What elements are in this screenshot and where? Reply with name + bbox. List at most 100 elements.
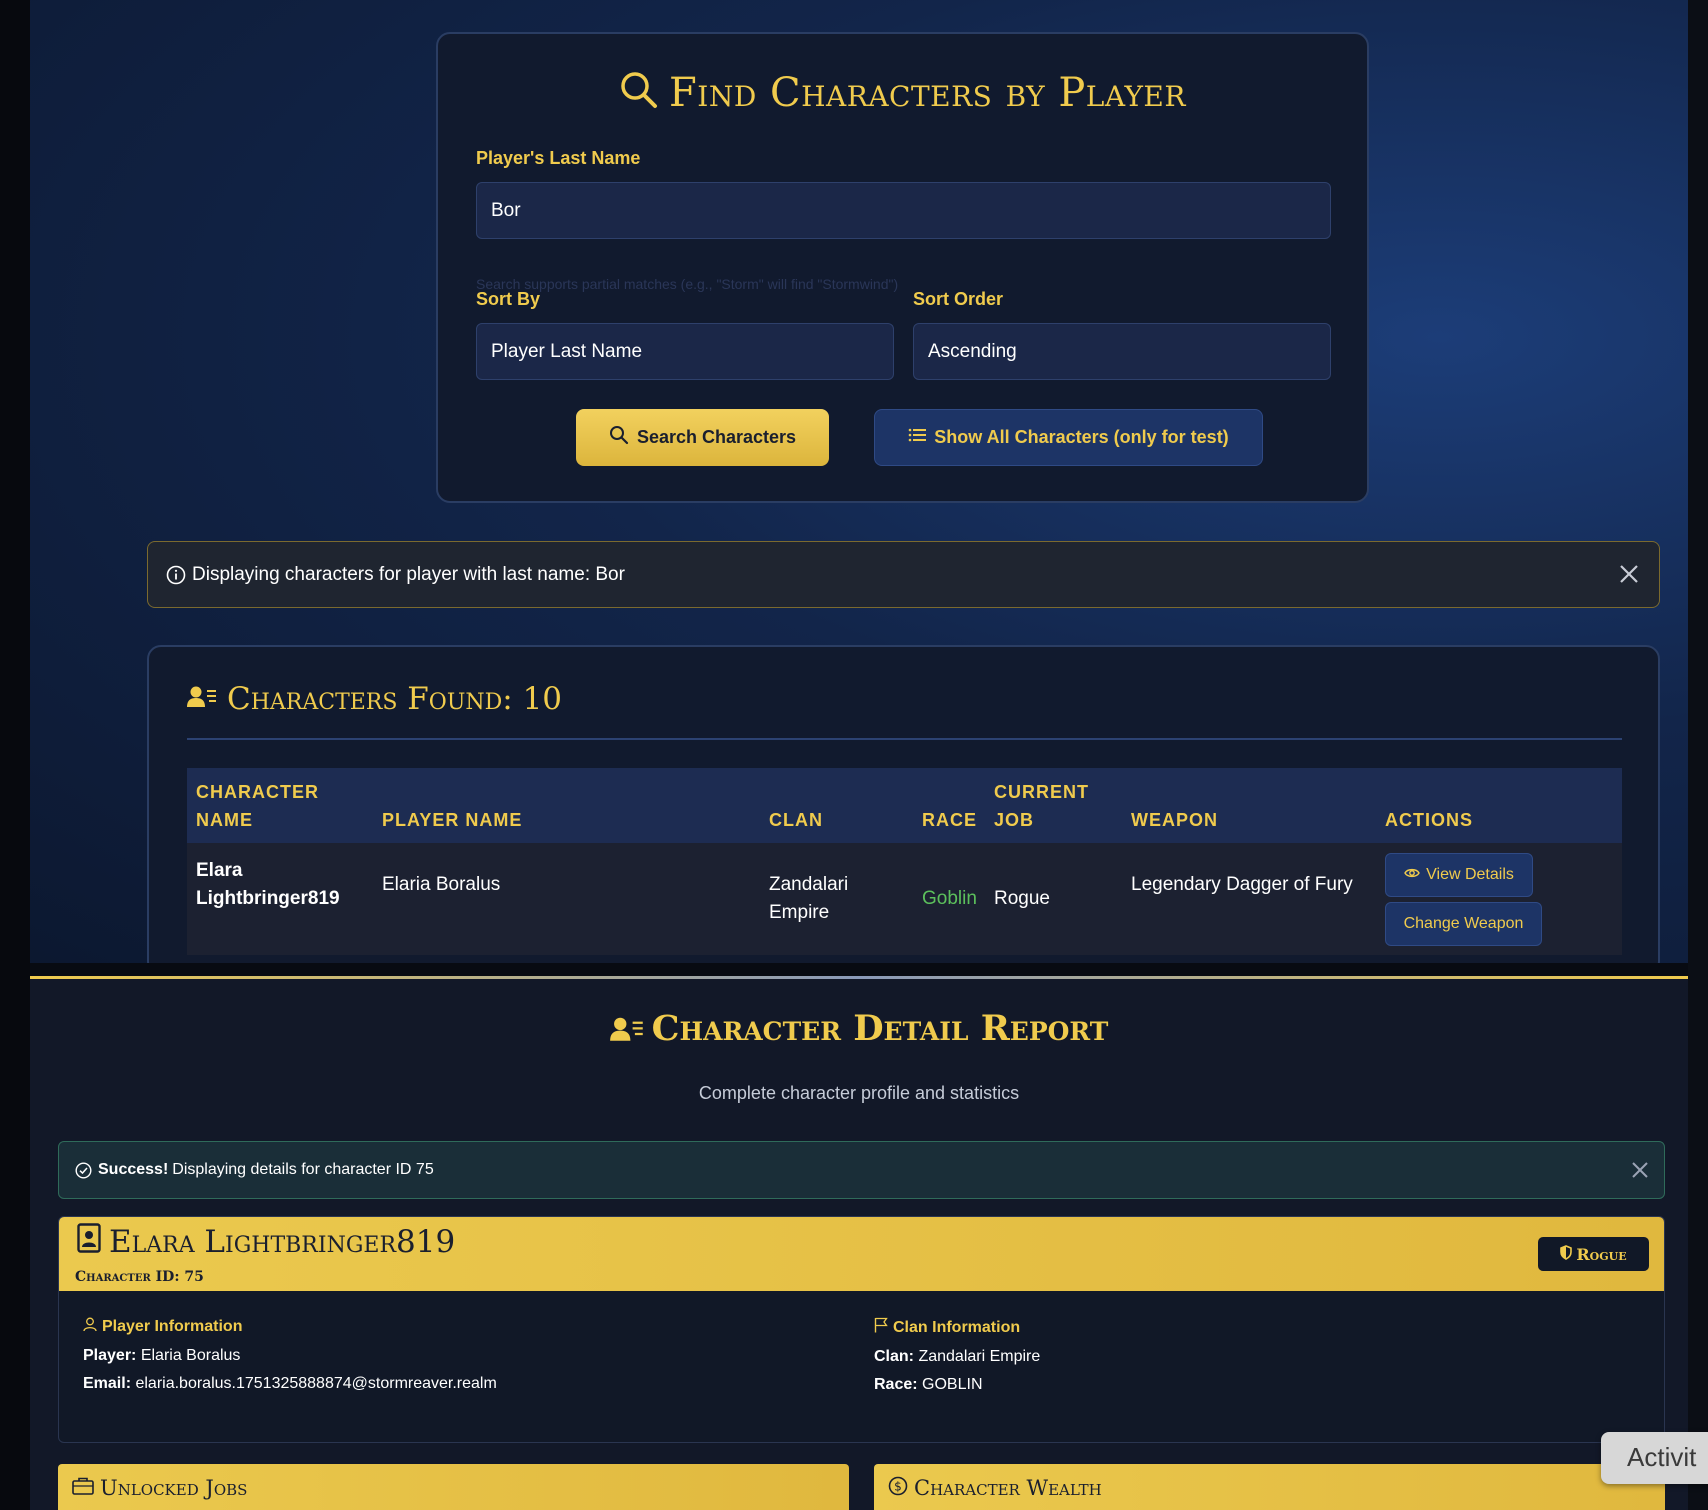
clan-information-heading: Clan Information — [874, 1317, 1040, 1338]
player-information-heading: Player Information — [83, 1317, 497, 1337]
clan-value: Zandalari Empire — [918, 1348, 1041, 1365]
sort-order-select[interactable]: Ascending — [913, 323, 1331, 380]
character-card-header: Elara Lightbringer819 Character ID: 75 R… — [59, 1217, 1664, 1291]
player-label: Player: — [83, 1347, 137, 1364]
character-wealth-panel-header: $ Character Wealth — [874, 1464, 1665, 1510]
id-badge-icon — [77, 1223, 101, 1261]
change-weapon-button[interactable]: Change Weapon — [1385, 902, 1542, 946]
column-header-player-name: Player Name — [382, 810, 523, 830]
character-wealth-heading: Character Wealth — [914, 1476, 1102, 1500]
email-label: Email: — [83, 1375, 132, 1392]
search-page-background: Find Characters by Player Player's Last … — [30, 0, 1688, 963]
right-edge — [1688, 0, 1708, 1510]
job-badge: Rogue — [1538, 1237, 1649, 1271]
search-characters-label: Search Characters — [636, 427, 797, 447]
cell-clan: Zandalari Empire — [769, 871, 848, 927]
column-header-clan: Clan — [769, 810, 823, 830]
user-list-icon — [187, 681, 217, 717]
race-value: GOBLIN — [922, 1376, 983, 1393]
cell-race: Goblin — [922, 888, 977, 909]
user-list-icon — [609, 1011, 644, 1052]
search-title-text: Find Characters by Player — [669, 70, 1186, 116]
report-accent-line — [30, 976, 1688, 979]
column-header-actions: Actions — [1385, 810, 1473, 830]
report-top-bar — [30, 963, 1688, 976]
sort-by-select[interactable]: Player Last Name — [476, 323, 894, 380]
cell-player-name: Elaria Boralus — [382, 874, 501, 895]
character-card: Elara Lightbringer819 Character ID: 75 R… — [58, 1216, 1665, 1443]
race-line: Race: GOBLIN — [874, 1376, 1040, 1394]
svg-text:$: $ — [894, 1480, 902, 1494]
view-details-label: View Details — [1426, 866, 1514, 883]
search-characters-button[interactable]: Search Characters — [576, 409, 829, 466]
character-id: Character ID: 75 — [75, 1269, 204, 1285]
info-alert: Displaying characters for player with la… — [147, 541, 1660, 608]
player-value: Elaria Boralus — [140, 1347, 241, 1364]
flag-icon — [874, 1317, 888, 1338]
sort-by-label: Sort By — [476, 289, 541, 309]
table-header: Character Name Player Name Clan Race Cur… — [187, 768, 1622, 843]
shield-icon — [1560, 1244, 1573, 1264]
success-text: Displaying details for character ID 75 — [172, 1161, 434, 1178]
success-alert: Success! Displaying details for characte… — [58, 1141, 1665, 1199]
results-title: Characters Found: 10 — [187, 681, 562, 717]
player-line: Player: Elaria Boralus — [83, 1347, 497, 1365]
cell-character-name: Elara Lightbringer819 — [196, 857, 340, 913]
left-edge — [0, 0, 30, 1510]
info-icon — [166, 565, 186, 585]
results-card: Characters Found: 10 Character Name Play… — [147, 645, 1660, 963]
user-icon — [83, 1317, 97, 1337]
character-name-text: Elara Lightbringer819 — [109, 1224, 456, 1260]
results-title-text: Characters Found: 10 — [227, 681, 563, 717]
list-icon — [908, 427, 927, 448]
clan-line: Clan: Zandalari Empire — [874, 1348, 1040, 1366]
close-icon[interactable] — [1630, 1160, 1650, 1185]
report-subtitle: Complete character profile and statistic… — [698, 1083, 1020, 1103]
column-header-text: Current — [994, 782, 1089, 802]
unlocked-jobs-heading: Unlocked Jobs — [100, 1476, 248, 1500]
briefcase-icon — [72, 1476, 94, 1500]
job-badge-text: Rogue — [1576, 1244, 1627, 1264]
last-name-label: Player's Last Name — [476, 148, 641, 168]
activity-button[interactable]: Activit — [1601, 1432, 1708, 1484]
search-card: Find Characters by Player Player's Last … — [436, 32, 1369, 503]
cell-text: Empire — [769, 902, 830, 923]
search-icon — [609, 425, 629, 450]
cell-text: Lightbringer819 — [196, 888, 340, 909]
last-name-input[interactable]: Bor — [476, 182, 1331, 239]
character-detail-report: Character Detail Report Complete charact… — [30, 963, 1688, 1510]
player-information-heading-text: Player Information — [102, 1318, 243, 1335]
clan-information: Clan Information Clan: Zandalari Empire … — [874, 1317, 1040, 1404]
column-header-character-name: Character Name — [196, 778, 319, 834]
table-row: Elara Lightbringer819 Elaria Boralus Zan… — [187, 843, 1622, 955]
show-all-characters-button[interactable]: Show All Characters (only for test) — [874, 409, 1263, 466]
cell-text: Zandalari — [769, 874, 849, 895]
column-header-weapon: Weapon — [1131, 810, 1218, 830]
close-icon[interactable] — [1617, 562, 1641, 592]
eye-icon — [1404, 866, 1420, 884]
cell-text: Elara — [196, 860, 243, 881]
column-header-race: Race — [922, 810, 978, 830]
email-line: Email: elaria.boralus.1751325888874@stor… — [83, 1375, 497, 1393]
info-alert-text: Displaying characters for player with la… — [192, 563, 625, 585]
sort-order-label: Sort Order — [913, 289, 1004, 309]
search-icon — [619, 70, 659, 120]
column-header-text: Name — [196, 810, 253, 830]
report-title-text: Character Detail Report — [651, 1008, 1109, 1049]
success-strong: Success! — [98, 1161, 169, 1178]
column-header-text: Job — [994, 810, 1035, 830]
unlocked-jobs-panel-header: Unlocked Jobs — [58, 1464, 849, 1510]
cell-current-job: Rogue — [994, 888, 1050, 909]
results-divider — [187, 738, 1622, 740]
column-header-current-job: Current Job — [994, 778, 1089, 834]
cell-weapon: Legendary Dagger of Fury — [1131, 874, 1353, 895]
search-title: Find Characters by Player — [438, 70, 1367, 120]
clan-label: Clan: — [874, 1348, 914, 1365]
check-circle-icon — [75, 1161, 92, 1179]
report-title: Character Detail Report — [30, 1008, 1688, 1052]
view-details-button[interactable]: View Details — [1385, 853, 1533, 897]
race-label: Race: — [874, 1376, 918, 1393]
player-information: Player Information Player: Elaria Boralu… — [83, 1317, 497, 1403]
email-value: elaria.boralus.1751325888874@stormreaver… — [135, 1375, 497, 1392]
clan-information-heading-text: Clan Information — [893, 1318, 1021, 1336]
